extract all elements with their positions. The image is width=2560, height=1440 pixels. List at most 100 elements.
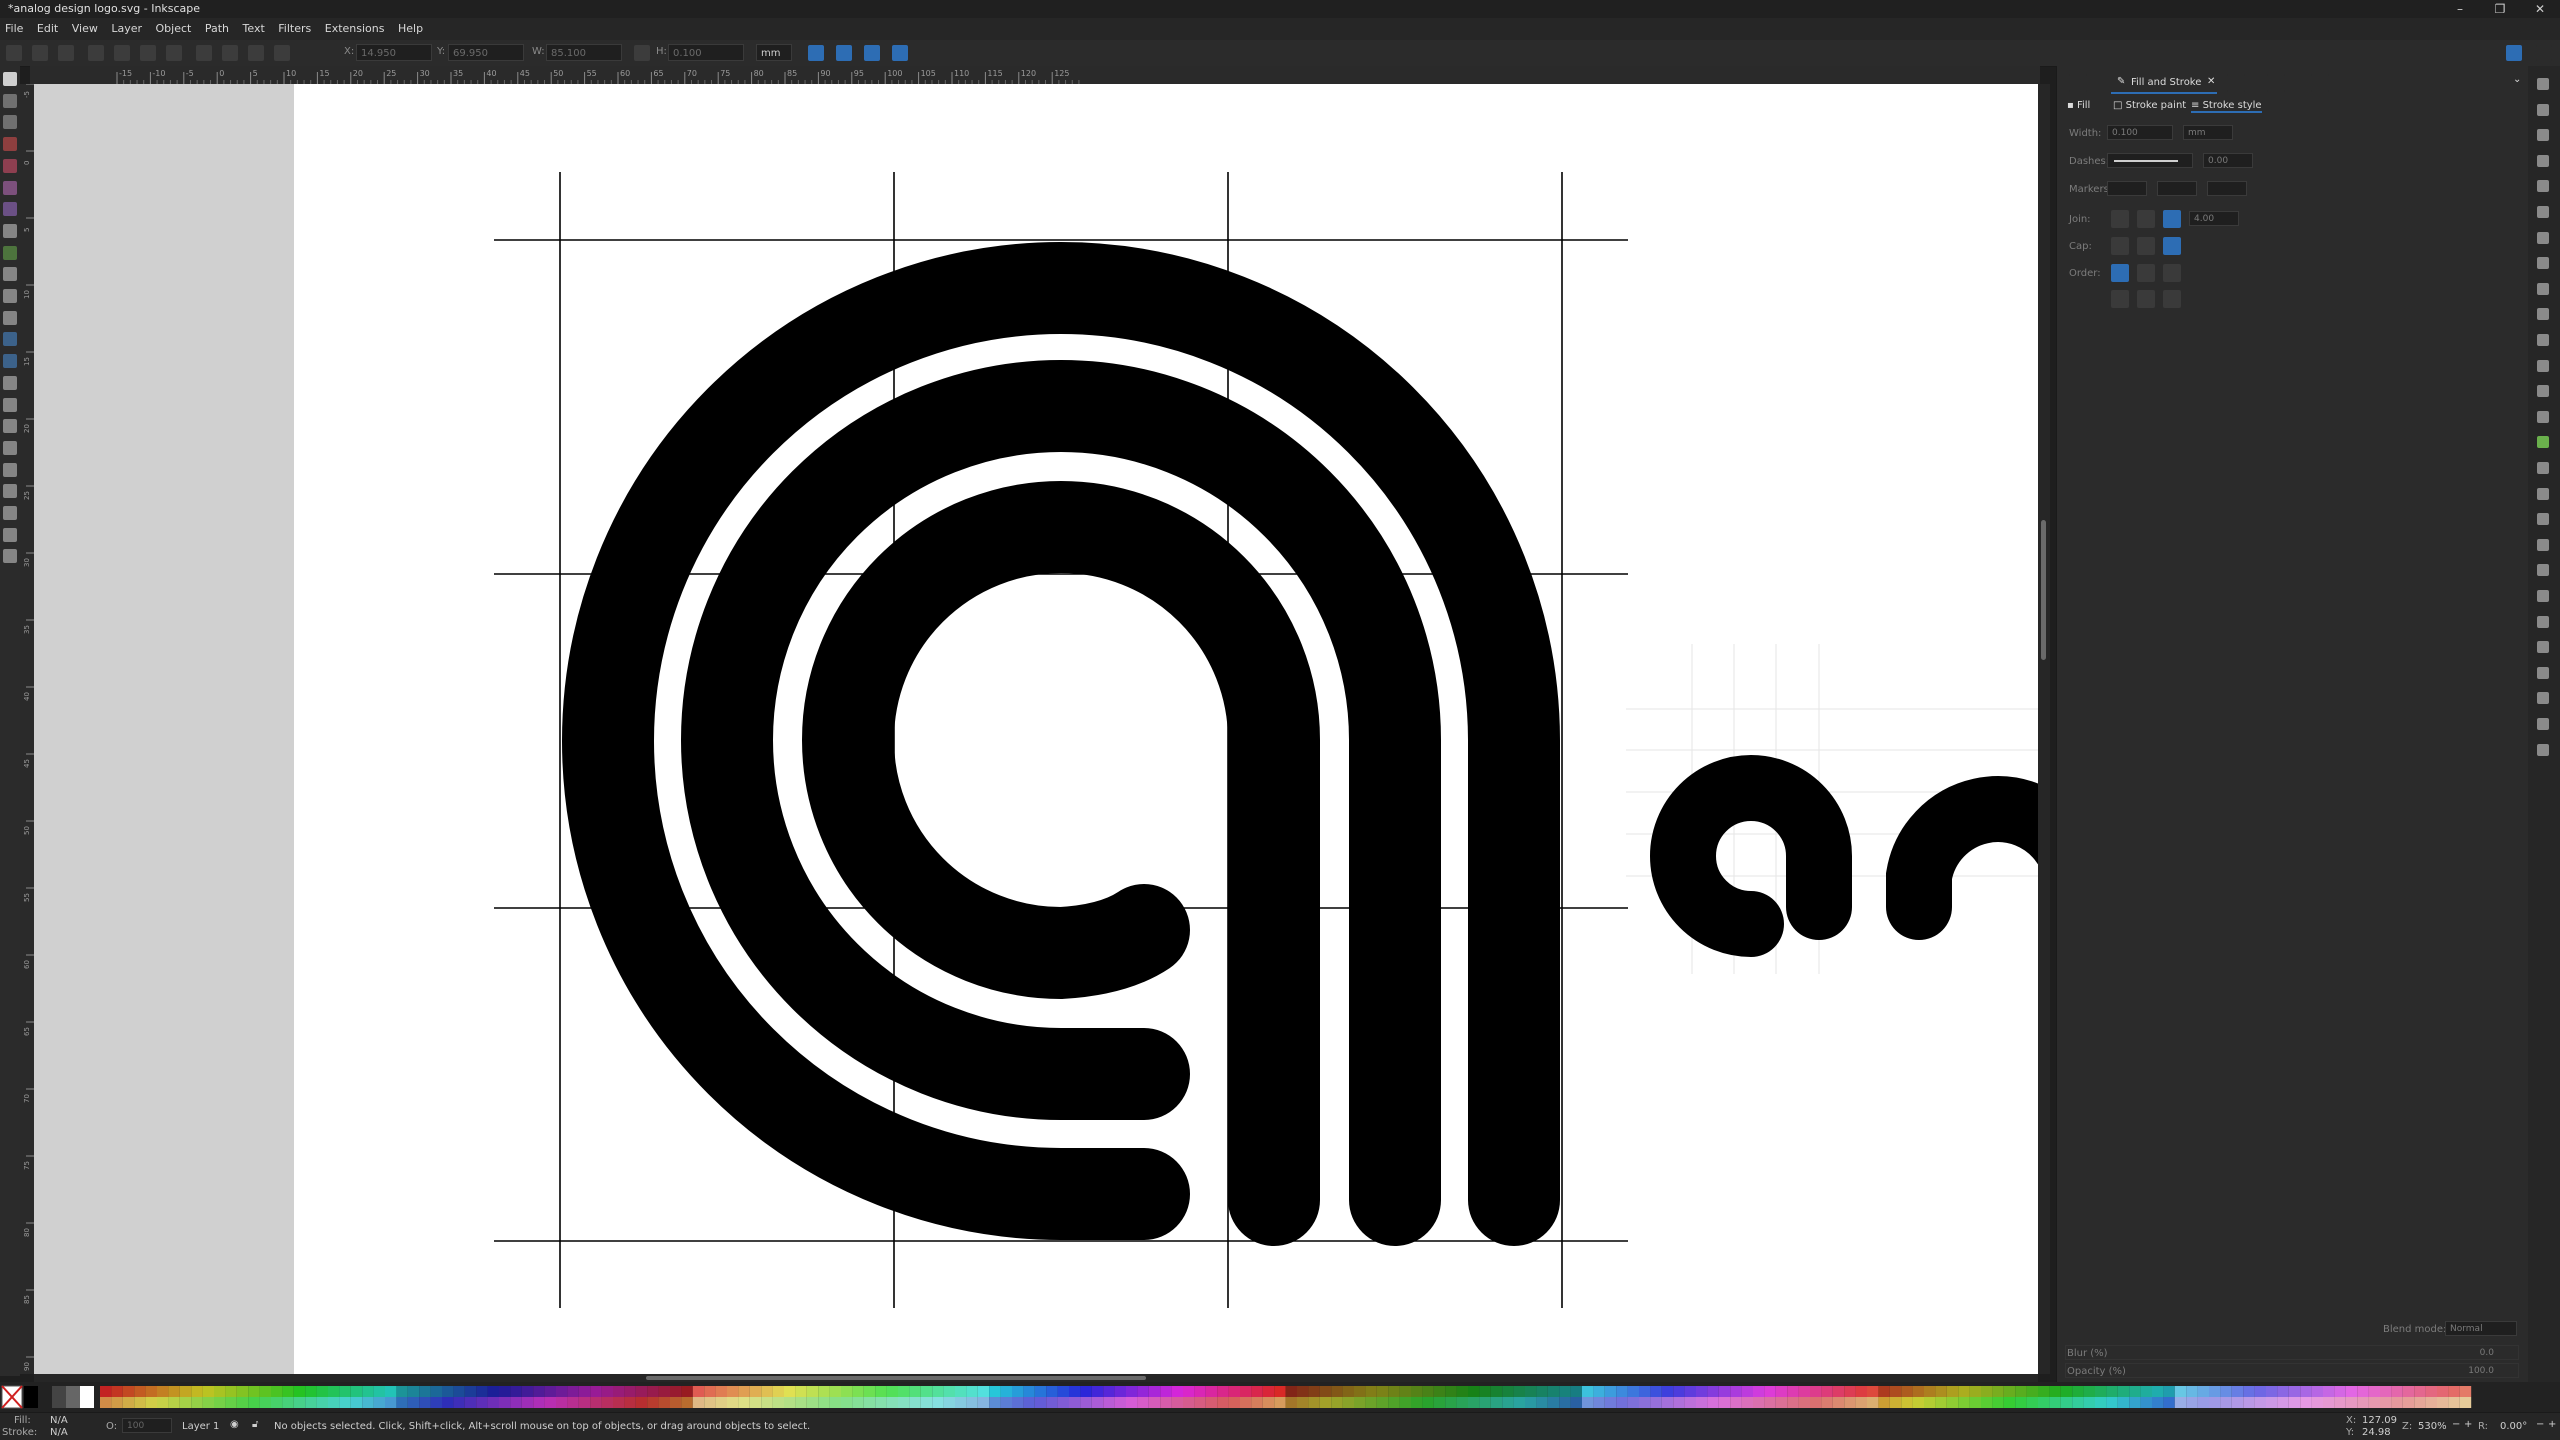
color-swatch[interactable] <box>898 1397 910 1408</box>
color-swatch[interactable] <box>134 1397 146 1408</box>
color-swatch[interactable] <box>635 1386 648 1397</box>
color-swatch[interactable] <box>772 1386 784 1397</box>
tweak-tool-icon[interactable] <box>3 115 17 130</box>
rotate-plus-icon[interactable]: + <box>2548 1419 2556 1430</box>
export-panel-icon[interactable] <box>2311 74 2329 92</box>
color-swatch[interactable] <box>179 1386 192 1397</box>
color-swatch[interactable] <box>293 1386 306 1397</box>
raise-to-top-icon[interactable] <box>196 45 212 61</box>
color-swatch[interactable] <box>1194 1397 1206 1408</box>
color-swatch[interactable] <box>2414 1397 2426 1408</box>
color-swatch[interactable] <box>430 1386 442 1397</box>
color-swatch[interactable] <box>852 1386 864 1397</box>
mid-marker-select[interactable] <box>2157 181 2197 196</box>
color-swatch[interactable] <box>658 1397 670 1408</box>
color-swatch[interactable] <box>1319 1397 1332 1408</box>
miter-join-icon[interactable] <box>2163 210 2181 228</box>
color-swatch[interactable] <box>1126 1386 1138 1397</box>
color-swatch[interactable] <box>829 1397 841 1408</box>
color-swatch[interactable] <box>430 1397 442 1408</box>
palette-swatches[interactable] <box>0 1382 2560 1412</box>
stroke-width-unit-select[interactable]: mm <box>2183 125 2233 140</box>
color-swatch[interactable] <box>1992 1386 2004 1397</box>
color-swatch[interactable] <box>1308 1397 1320 1408</box>
color-swatch[interactable] <box>772 1397 784 1408</box>
color-swatch[interactable] <box>1582 1397 1594 1408</box>
color-swatch[interactable] <box>1445 1386 1457 1397</box>
color-swatch[interactable] <box>2254 1386 2266 1397</box>
color-swatch[interactable] <box>1559 1397 1571 1408</box>
color-swatch[interactable] <box>236 1397 249 1408</box>
color-swatch[interactable] <box>556 1397 568 1408</box>
color-swatch[interactable] <box>1411 1386 1423 1397</box>
color-swatch[interactable] <box>1297 1386 1309 1397</box>
color-swatch[interactable] <box>1103 1397 1115 1408</box>
color-swatch[interactable] <box>499 1397 511 1408</box>
color-swatch[interactable] <box>738 1397 750 1408</box>
color-swatch[interactable] <box>2277 1386 2289 1397</box>
color-swatch[interactable] <box>2015 1397 2027 1408</box>
color-swatch[interactable] <box>1935 1386 1947 1397</box>
color-swatch[interactable] <box>1673 1397 1685 1408</box>
paint-bucket-tool-icon[interactable] <box>3 397 17 412</box>
color-swatch[interactable] <box>122 1386 135 1397</box>
tab-close-icon[interactable]: ✕ <box>2207 76 2215 87</box>
color-swatch[interactable] <box>1775 1386 1788 1397</box>
color-swatch[interactable] <box>1696 1397 1708 1408</box>
color-swatch[interactable] <box>1399 1397 1411 1408</box>
color-swatch[interactable] <box>2174 1386 2187 1397</box>
command-icon[interactable] <box>2537 103 2549 116</box>
color-swatch[interactable] <box>1331 1397 1343 1408</box>
menu-extensions[interactable]: Extensions <box>320 18 390 40</box>
color-swatch[interactable] <box>1844 1386 1856 1397</box>
color-swatch[interactable] <box>1285 1386 1297 1397</box>
color-swatch[interactable] <box>1924 1386 1936 1397</box>
color-swatch[interactable] <box>2140 1386 2152 1397</box>
color-swatch[interactable] <box>1468 1386 1480 1397</box>
color-swatch[interactable] <box>898 1386 910 1397</box>
color-swatch[interactable] <box>1034 1386 1047 1397</box>
color-swatch[interactable] <box>2380 1397 2392 1408</box>
color-swatch[interactable] <box>692 1386 705 1397</box>
color-swatch[interactable] <box>2083 1386 2095 1397</box>
color-swatch[interactable] <box>943 1397 955 1408</box>
spiral-tool-icon[interactable] <box>3 223 17 238</box>
horizontal-scroll-thumb[interactable] <box>646 1376 1146 1380</box>
color-swatch[interactable] <box>2003 1386 2016 1397</box>
color-swatch[interactable] <box>624 1386 636 1397</box>
color-swatch[interactable] <box>2038 1397 2050 1408</box>
color-swatch[interactable] <box>647 1386 659 1397</box>
color-swatch[interactable] <box>1832 1386 1845 1397</box>
zoom-tool-icon[interactable] <box>3 527 17 542</box>
color-swatch[interactable] <box>1650 1386 1662 1397</box>
color-swatch[interactable] <box>2049 1386 2061 1397</box>
color-swatch[interactable] <box>1183 1386 1195 1397</box>
color-swatch[interactable] <box>1946 1397 1959 1408</box>
color-swatch[interactable] <box>989 1386 1001 1397</box>
color-swatch[interactable] <box>1342 1386 1354 1397</box>
color-swatch[interactable] <box>727 1386 739 1397</box>
color-swatch[interactable] <box>510 1397 522 1408</box>
color-swatch[interactable] <box>670 1386 682 1397</box>
color-swatch[interactable] <box>145 1397 157 1408</box>
color-swatch[interactable] <box>1251 1386 1263 1397</box>
color-swatch[interactable] <box>841 1397 853 1408</box>
color-swatch[interactable] <box>1958 1386 1970 1397</box>
color-swatch[interactable] <box>521 1397 534 1408</box>
color-swatch[interactable] <box>350 1386 363 1397</box>
menu-help[interactable]: Help <box>393 18 428 40</box>
align-panel-icon[interactable] <box>2227 74 2245 92</box>
color-swatch[interactable] <box>487 1397 499 1408</box>
ellipse-tool-icon[interactable] <box>3 158 17 173</box>
color-swatch[interactable] <box>1433 1397 1446 1408</box>
gray-swatch[interactable] <box>66 1386 80 1408</box>
color-swatch[interactable] <box>1103 1386 1115 1397</box>
color-swatch[interactable] <box>1365 1386 1377 1397</box>
color-swatch[interactable] <box>1582 1386 1594 1397</box>
gray-swatch[interactable] <box>80 1386 94 1408</box>
color-swatch[interactable] <box>1570 1386 1582 1397</box>
color-swatch[interactable] <box>453 1397 465 1408</box>
color-swatch[interactable] <box>1376 1397 1389 1408</box>
color-swatch[interactable] <box>1661 1386 1674 1397</box>
color-swatch[interactable] <box>863 1386 876 1397</box>
